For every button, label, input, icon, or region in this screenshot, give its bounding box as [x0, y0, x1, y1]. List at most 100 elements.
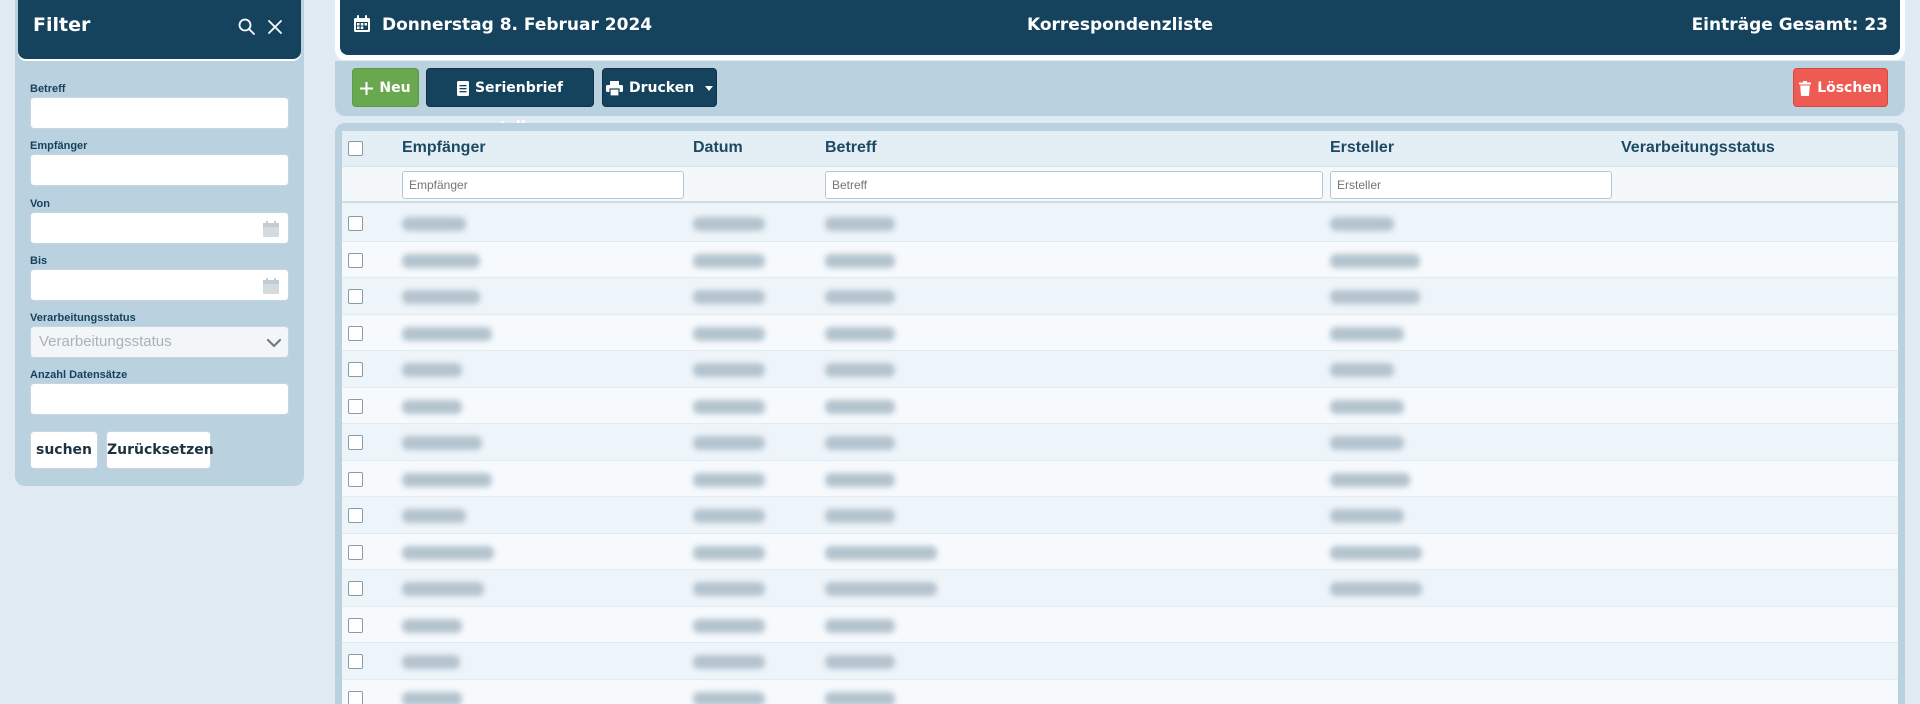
table-row[interactable]: [342, 424, 1898, 461]
redacted-empfaenger-cell: [402, 399, 462, 414]
row-checkbox[interactable]: [348, 690, 363, 704]
table-header-row: Empfänger Datum Betreff Ersteller Verarb…: [342, 131, 1898, 166]
calendar-icon[interactable]: [262, 220, 280, 238]
print-dropdown-button[interactable]: Drucken: [602, 68, 717, 107]
status-select[interactable]: Verarbeitungsstatus: [30, 326, 289, 358]
search-icon[interactable]: [237, 17, 257, 37]
row-checkbox[interactable]: [348, 362, 363, 377]
redacted-empfaenger-cell: [402, 618, 462, 633]
redacted-betreff-cell: [825, 582, 937, 596]
table-body: [342, 205, 1898, 704]
header-wrapper: Donnerstag 8. Februar 2024 Korrespondenz…: [335, 0, 1905, 60]
table-row[interactable]: [342, 643, 1898, 680]
select-all-checkbox[interactable]: [348, 141, 363, 156]
column-header-ersteller[interactable]: Ersteller: [1330, 139, 1394, 157]
redacted-ersteller-cell: [1330, 290, 1420, 304]
delete-button-label: Löschen: [1817, 80, 1882, 96]
delete-button[interactable]: Löschen: [1793, 68, 1888, 107]
calendar-icon[interactable]: [262, 277, 280, 295]
correspondence-table-card: Empfänger Datum Betreff Ersteller Verarb…: [335, 123, 1905, 704]
redacted-empfaenger-cell: [402, 472, 492, 487]
redacted-betreff-cell: [825, 509, 895, 523]
redacted-datum-cell: [693, 655, 765, 669]
table-row[interactable]: [342, 679, 1898, 704]
table-row[interactable]: [342, 570, 1898, 607]
table-row[interactable]: [342, 460, 1898, 497]
row-checkbox[interactable]: [348, 325, 363, 341]
redacted-empfaenger-cell: [402, 582, 484, 596]
von-label: Von: [30, 198, 50, 210]
redacted-betreff-cell: [825, 545, 937, 560]
row-checkbox[interactable]: [348, 435, 363, 450]
table-row[interactable]: [342, 351, 1898, 388]
redacted-betreff-cell: [825, 472, 895, 487]
ersteller-column-filter[interactable]: [1330, 171, 1612, 199]
redacted-ersteller-cell: [1330, 217, 1394, 231]
empfaenger-column-filter[interactable]: [402, 171, 684, 199]
redacted-betreff-cell: [825, 290, 895, 304]
row-checkbox[interactable]: [348, 581, 363, 596]
close-icon[interactable]: [265, 17, 285, 37]
empfaenger-label: Empfänger: [30, 140, 88, 152]
redacted-ersteller-cell: [1330, 326, 1404, 341]
redacted-betreff-cell: [825, 618, 895, 633]
serial-letter-button[interactable]: Serienbrief erstellen: [426, 68, 594, 135]
table-row[interactable]: [342, 387, 1898, 424]
filter-panel: Filter Betreff Empfänger Von Bis Verarbe: [15, 0, 304, 486]
column-header-empfaenger[interactable]: Empfänger: [402, 139, 486, 157]
table-row[interactable]: [342, 241, 1898, 278]
redacted-datum-cell: [693, 399, 765, 414]
redacted-empfaenger-cell: [402, 509, 466, 523]
table-row[interactable]: [342, 606, 1898, 643]
anzahl-input[interactable]: [30, 383, 289, 415]
redacted-datum-cell: [693, 326, 765, 341]
table-row[interactable]: [342, 533, 1898, 570]
redacted-empfaenger-cell: [402, 655, 460, 669]
redacted-betreff-cell: [825, 363, 895, 377]
redacted-datum-cell: [693, 582, 765, 596]
search-button[interactable]: suchen: [30, 431, 98, 469]
von-date-input[interactable]: [30, 212, 289, 244]
row-checkbox[interactable]: [348, 471, 363, 487]
chevron-down-icon: [266, 338, 282, 348]
row-checkbox[interactable]: [348, 544, 363, 560]
top-header: Donnerstag 8. Februar 2024 Korrespondenz…: [340, 0, 1900, 55]
table-row[interactable]: [342, 205, 1898, 242]
redacted-datum-cell: [693, 436, 765, 450]
redacted-datum-cell: [693, 691, 765, 704]
redacted-datum-cell: [693, 253, 765, 268]
row-checkbox[interactable]: [348, 617, 363, 633]
redacted-datum-cell: [693, 545, 765, 560]
redacted-betreff-cell: [825, 436, 895, 450]
redacted-ersteller-cell: [1330, 436, 1404, 450]
empfaenger-input[interactable]: [30, 154, 289, 186]
bis-date-input[interactable]: [30, 269, 289, 301]
table-row[interactable]: [342, 278, 1898, 315]
row-checkbox[interactable]: [348, 252, 363, 268]
table-row[interactable]: [342, 497, 1898, 534]
betreff-column-filter[interactable]: [825, 171, 1323, 199]
redacted-betreff-cell: [825, 655, 895, 669]
print-button-label: Drucken: [628, 80, 695, 96]
row-checkbox[interactable]: [348, 398, 363, 414]
trash-icon: [1799, 80, 1812, 96]
redacted-datum-cell: [693, 290, 765, 304]
action-toolbar: Neu Serienbrief erstellen Drucken Lösche…: [335, 61, 1905, 135]
redacted-ersteller-cell: [1330, 253, 1420, 268]
caret-down-icon: [705, 85, 714, 91]
redacted-ersteller-cell: [1330, 509, 1404, 523]
betreff-input[interactable]: [30, 97, 289, 129]
column-header-datum[interactable]: Datum: [693, 139, 743, 157]
table-row[interactable]: [342, 314, 1898, 351]
redacted-empfaenger-cell: [402, 326, 492, 341]
row-checkbox[interactable]: [348, 289, 363, 304]
column-header-betreff[interactable]: Betreff: [825, 139, 877, 157]
new-button[interactable]: Neu: [352, 68, 419, 107]
correspondence-table: Empfänger Datum Betreff Ersteller Verarb…: [342, 131, 1898, 704]
reset-button[interactable]: Zurücksetzen: [106, 431, 214, 469]
row-checkbox[interactable]: [348, 508, 363, 523]
total-entries-count: Einträge Gesamt: 23: [1691, 15, 1888, 35]
column-header-status[interactable]: Verarbeitungsstatus: [1621, 139, 1775, 157]
row-checkbox[interactable]: [348, 654, 363, 669]
row-checkbox[interactable]: [348, 216, 363, 231]
